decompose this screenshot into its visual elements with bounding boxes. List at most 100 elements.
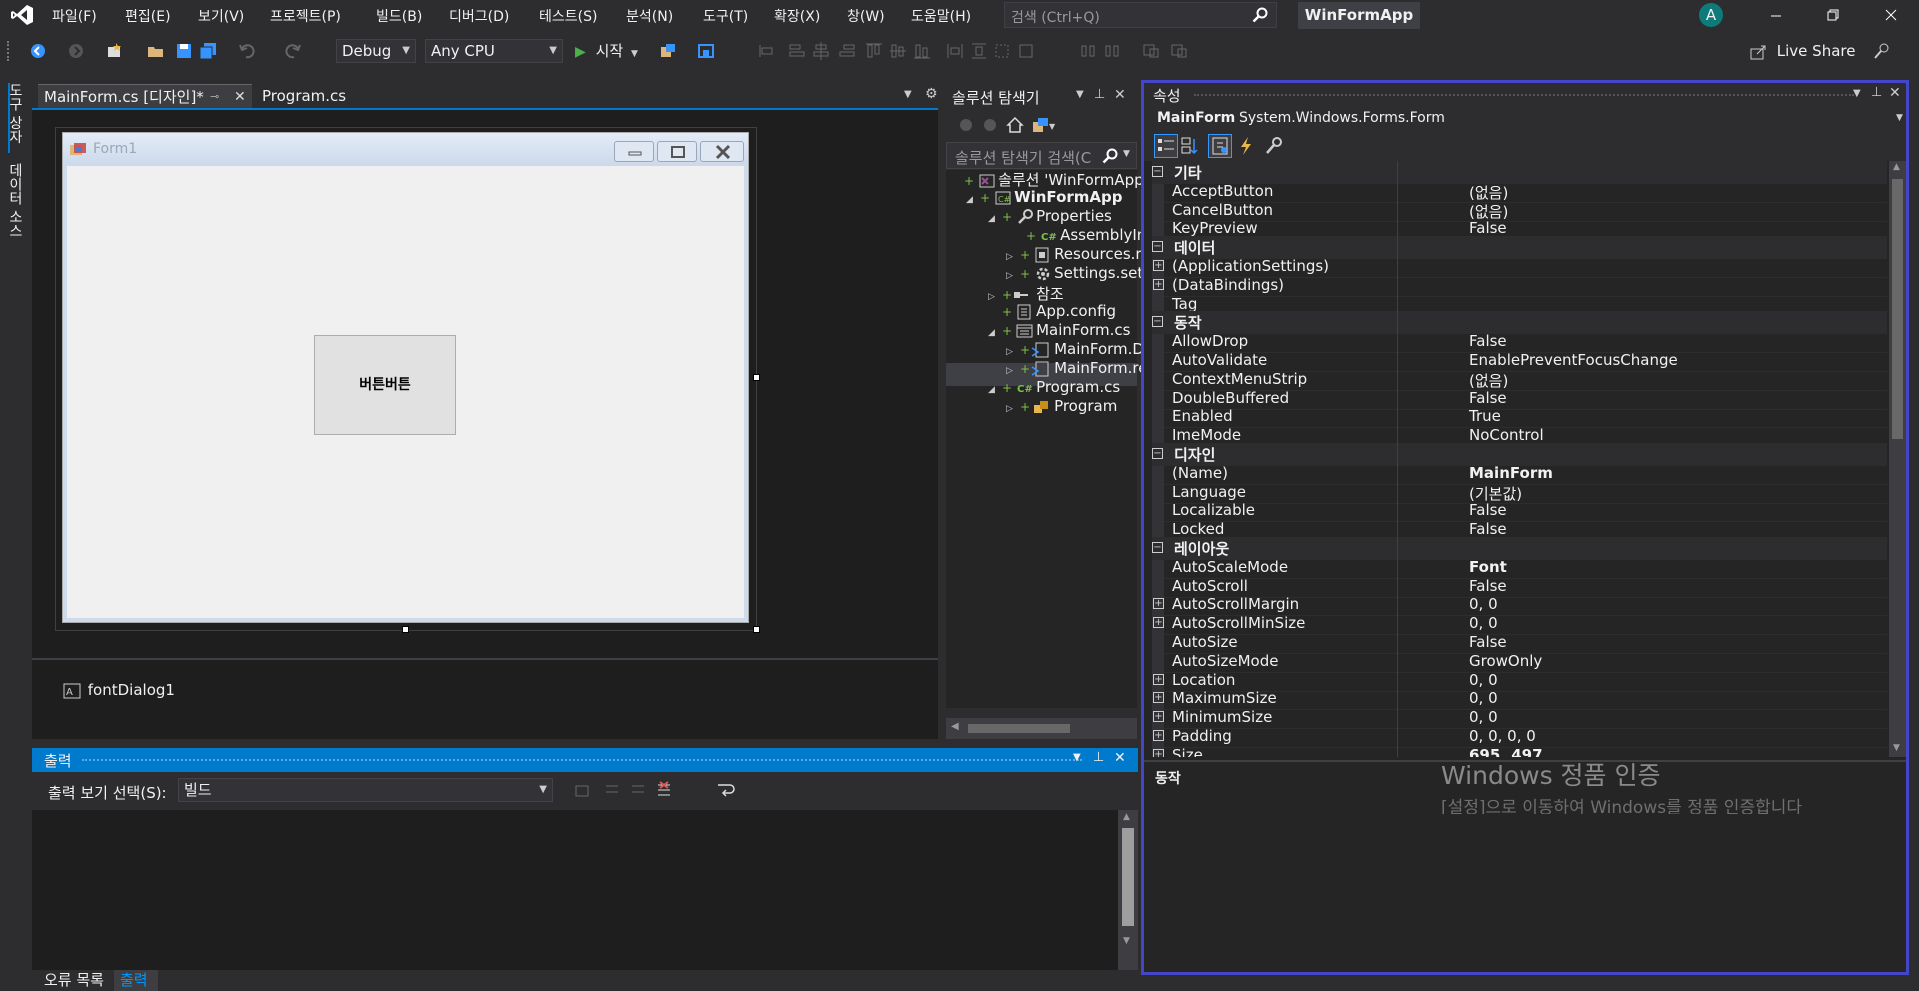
expand-icon[interactable]: + — [1153, 711, 1164, 723]
property-value[interactable]: False — [1469, 332, 1507, 350]
property-value[interactable]: 0, 0 — [1469, 595, 1498, 613]
expand-arrow-icon[interactable]: ▷ — [1006, 366, 1020, 376]
restore-icon[interactable] — [1822, 5, 1844, 25]
toolbox-tab[interactable]: 도구 상자 — [7, 83, 23, 153]
output-text-area[interactable] — [32, 810, 1138, 970]
pin-icon[interactable]: ⊥ — [1871, 85, 1882, 100]
menu-item[interactable]: 도구(T) — [703, 6, 748, 26]
vertical-scrollbar[interactable]: ▲ ▼ — [1118, 810, 1138, 970]
menu-item[interactable]: 프로젝트(P) — [270, 6, 341, 26]
property-value[interactable]: 0, 0 — [1469, 614, 1498, 632]
open-icon[interactable] — [146, 41, 166, 61]
menu-item[interactable]: 도움말(H) — [911, 6, 971, 26]
property-value[interactable]: EnablePreventFocusChange — [1469, 351, 1678, 369]
collapse-icon[interactable]: − — [1152, 448, 1163, 459]
resize-handle-corner[interactable] — [753, 626, 760, 633]
back-icon[interactable] — [28, 41, 48, 61]
menu-item[interactable]: 파일(F) — [52, 6, 97, 26]
property-value[interactable]: False — [1469, 501, 1507, 519]
properties-view-icon[interactable] — [1208, 134, 1232, 158]
expand-icon[interactable]: + — [1153, 260, 1164, 271]
chevron-down-icon[interactable]: ▼ — [1076, 89, 1084, 100]
scrollbar-thumb[interactable] — [1122, 828, 1134, 926]
pin-icon[interactable]: ⊥ — [1093, 750, 1104, 765]
scroll-left-icon[interactable]: ◀ — [951, 721, 959, 732]
back-icon[interactable] — [958, 117, 974, 133]
expand-arrow-icon[interactable]: ▷ — [1006, 347, 1020, 357]
chevron-down-icon[interactable]: ▼ — [1073, 752, 1081, 763]
drag-grip[interactable] — [82, 759, 1082, 762]
forward-icon[interactable] — [982, 117, 998, 133]
object-selector[interactable]: MainForm System.Windows.Forms.Form ▼ — [1144, 107, 1906, 131]
tree-item[interactable]: ◢ + C# WinFormApp — [966, 188, 1122, 206]
collapse-arrow-icon[interactable]: ◢ — [988, 214, 1002, 224]
menu-item[interactable]: 빌드(B) — [376, 6, 422, 26]
categorized-icon[interactable] — [1154, 134, 1178, 158]
alphabetical-icon[interactable] — [1180, 135, 1202, 157]
events-icon[interactable] — [1235, 135, 1257, 157]
tree-item[interactable]: + 솔루션 'WinFormApp' — [950, 169, 1148, 190]
property-value[interactable]: False — [1469, 389, 1507, 407]
expand-icon[interactable]: + — [1153, 617, 1164, 629]
tab-error-list[interactable]: 오류 목록 — [38, 970, 112, 991]
property-value[interactable]: 0, 0, 0, 0 — [1469, 727, 1536, 745]
tree-item[interactable]: ▷ + Program — [1006, 397, 1117, 415]
tray-item-fontdialog[interactable]: A fontDialog1 — [63, 681, 175, 699]
menu-item[interactable]: 디버그(D) — [449, 6, 509, 26]
tab-list-dropdown-icon[interactable]: ▼ — [904, 89, 912, 100]
start-button[interactable]: ▶ 시작 ▼ — [575, 39, 638, 63]
menu-item[interactable]: 테스트(S) — [539, 6, 597, 26]
property-value[interactable]: False — [1469, 520, 1507, 538]
scrollbar-thumb[interactable] — [1892, 179, 1903, 439]
toolbar-grip[interactable] — [7, 41, 11, 61]
close-icon[interactable] — [1880, 5, 1902, 25]
tree-item[interactable]: ▷ + Resources.re — [1006, 245, 1151, 263]
expand-icon[interactable]: + — [1153, 692, 1164, 704]
tree-item[interactable]: ▷ + Settings.sett — [1006, 264, 1149, 282]
resize-handle-bottom[interactable] — [402, 626, 409, 633]
form-close-button[interactable] — [700, 141, 744, 162]
collapse-arrow-icon[interactable]: ◢ — [988, 385, 1002, 395]
scrollbar-thumb[interactable] — [968, 724, 1070, 733]
tree-item[interactable]: ◢ + C# Program.cs — [988, 378, 1120, 396]
scroll-up-icon[interactable]: ▲ — [1893, 162, 1900, 172]
property-value[interactable]: False — [1469, 577, 1507, 595]
property-grid-scrollbar[interactable]: ▲ ▼ — [1889, 161, 1906, 757]
menu-item[interactable]: 창(W) — [847, 6, 885, 26]
property-value[interactable]: GrowOnly — [1469, 652, 1542, 670]
undo-icon[interactable] — [237, 41, 257, 61]
tab-mainform-designer[interactable]: MainForm.cs [디자인]* ⊸ ✕ — [38, 84, 252, 108]
menu-item[interactable]: 편집(E) — [125, 6, 171, 26]
form-minimize-button[interactable] — [614, 141, 654, 162]
property-value[interactable]: NoControl — [1469, 426, 1544, 444]
home-icon[interactable] — [1006, 116, 1024, 134]
home-icon[interactable] — [696, 41, 716, 61]
redo-icon[interactable] — [283, 41, 303, 61]
horizontal-scrollbar[interactable]: ◀ — [946, 718, 1137, 739]
feedback-icon[interactable] — [1872, 41, 1892, 61]
tree-item[interactable]: ◢ + MainForm.cs — [988, 321, 1131, 339]
solution-platform-dropdown[interactable]: Any CPU ▼ — [425, 39, 563, 63]
expand-arrow-icon[interactable]: ▷ — [1006, 404, 1020, 414]
scroll-down-icon[interactable]: ▼ — [1123, 936, 1130, 946]
expand-icon[interactable]: + — [1153, 673, 1164, 685]
collapse-icon[interactable]: − — [1152, 542, 1163, 553]
expand-icon[interactable]: + — [1153, 278, 1164, 290]
expand-arrow-icon[interactable]: ▷ — [988, 292, 1002, 302]
data-sources-tab[interactable]: 데이터 소스 — [7, 163, 23, 253]
solution-explorer-search[interactable]: 솔루션 탐색기 검색(C ▼ — [946, 142, 1137, 169]
property-value[interactable]: False — [1469, 633, 1507, 651]
word-wrap-icon[interactable] — [716, 781, 736, 799]
menu-item[interactable]: 확장(X) — [774, 6, 820, 26]
switch-views-icon[interactable]: ▼ — [1032, 116, 1056, 134]
output-source-dropdown[interactable]: 빌드 ▼ — [178, 778, 553, 802]
align-grid-icon[interactable] — [756, 41, 776, 61]
solution-configuration-dropdown[interactable]: Debug ▼ — [336, 39, 416, 63]
menu-item[interactable]: 보기(V) — [198, 6, 244, 26]
chevron-down-icon[interactable]: ▼ — [1123, 149, 1130, 159]
drag-grip[interactable] — [1194, 94, 1854, 97]
close-icon[interactable]: ✕ — [1114, 87, 1126, 103]
save-all-icon[interactable] — [198, 41, 218, 61]
browser-link-icon[interactable] — [658, 41, 678, 61]
property-value[interactable]: 0, 0 — [1469, 708, 1498, 726]
